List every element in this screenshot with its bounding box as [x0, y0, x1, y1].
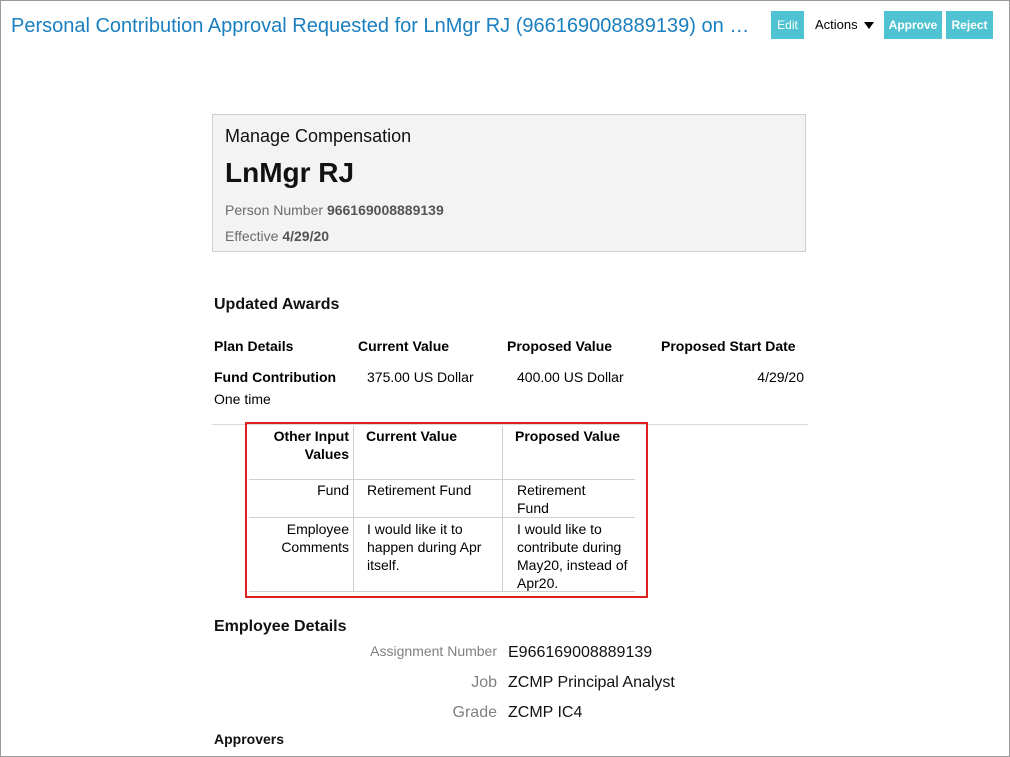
- updated-awards-heading: Updated Awards: [214, 296, 340, 313]
- row-fund-current: Retirement Fund: [367, 482, 472, 498]
- col-other-input-values: Other Input Values: [273, 428, 349, 462]
- actions-menu[interactable]: Actions: [815, 17, 874, 32]
- assignment-number-label: Assignment Number: [370, 643, 497, 659]
- employee-details-heading: Employee Details: [214, 618, 347, 635]
- proposed-amount: 400.00 US Dollar: [517, 369, 624, 385]
- col-proposed-value: Proposed Value: [507, 338, 613, 354]
- actions-label: Actions: [815, 17, 858, 32]
- col-inner-current: Current Value: [366, 428, 458, 444]
- col-proposed-start-date: Proposed Start Date: [661, 338, 796, 354]
- row-comments-label: Employee Comments: [281, 521, 349, 555]
- col-current-value: Current Value: [358, 338, 450, 354]
- page-title: Personal Contribution Approval Requested…: [11, 15, 756, 37]
- header-bar: Personal Contribution Approval Requested…: [1, 1, 1009, 51]
- job-value: ZCMP Principal Analyst: [508, 674, 675, 691]
- notification-window: Personal Contribution Approval Requested…: [0, 0, 1010, 757]
- effective-label: Effective: [225, 228, 279, 244]
- grid-hline-2: [249, 517, 635, 518]
- row-fund-proposed: Retirement Fund: [517, 482, 586, 516]
- person-name: LnMgr RJ: [225, 157, 355, 188]
- grade-label: Grade: [452, 704, 497, 721]
- person-number-label: Person Number: [225, 202, 324, 218]
- row-comments-proposed: I would like to contribute during May20,…: [517, 521, 628, 591]
- grid-vline-2: [502, 426, 503, 592]
- effective-line: Effective 4/29/20: [225, 228, 329, 244]
- proposed-start-date: 4/29/20: [757, 369, 804, 385]
- plan-name: Fund Contribution: [214, 369, 337, 385]
- approvers-heading: Approvers: [214, 731, 285, 747]
- col-inner-proposed: Proposed Value: [515, 428, 621, 444]
- current-amount: 375.00 US Dollar: [367, 369, 474, 385]
- summary-card: Manage Compensation LnMgr RJ Person Numb…: [212, 114, 806, 252]
- row-comments-current: I would like it to happen during Apr its…: [367, 521, 482, 573]
- col-plan-details: Plan Details: [214, 338, 294, 354]
- row-fund-label: Fund: [317, 482, 349, 498]
- person-number-line: Person Number 966169008889139: [225, 202, 444, 218]
- grid-vline-1: [353, 426, 354, 592]
- reject-button[interactable]: Reject: [946, 11, 993, 39]
- effective-value: 4/29/20: [282, 228, 330, 244]
- approve-button[interactable]: Approve: [884, 11, 942, 39]
- job-label: Job: [471, 674, 497, 691]
- plan-frequency: One time: [214, 391, 271, 407]
- grade-value: ZCMP IC4: [508, 704, 583, 721]
- edit-button[interactable]: Edit: [771, 11, 804, 39]
- person-number-value: 966169008889139: [326, 202, 444, 218]
- grid-hline-1: [249, 479, 635, 480]
- card-section-title: Manage Compensation: [225, 126, 412, 146]
- caret-down-icon: [863, 22, 874, 30]
- assignment-number-value: E966169008889139: [508, 644, 653, 661]
